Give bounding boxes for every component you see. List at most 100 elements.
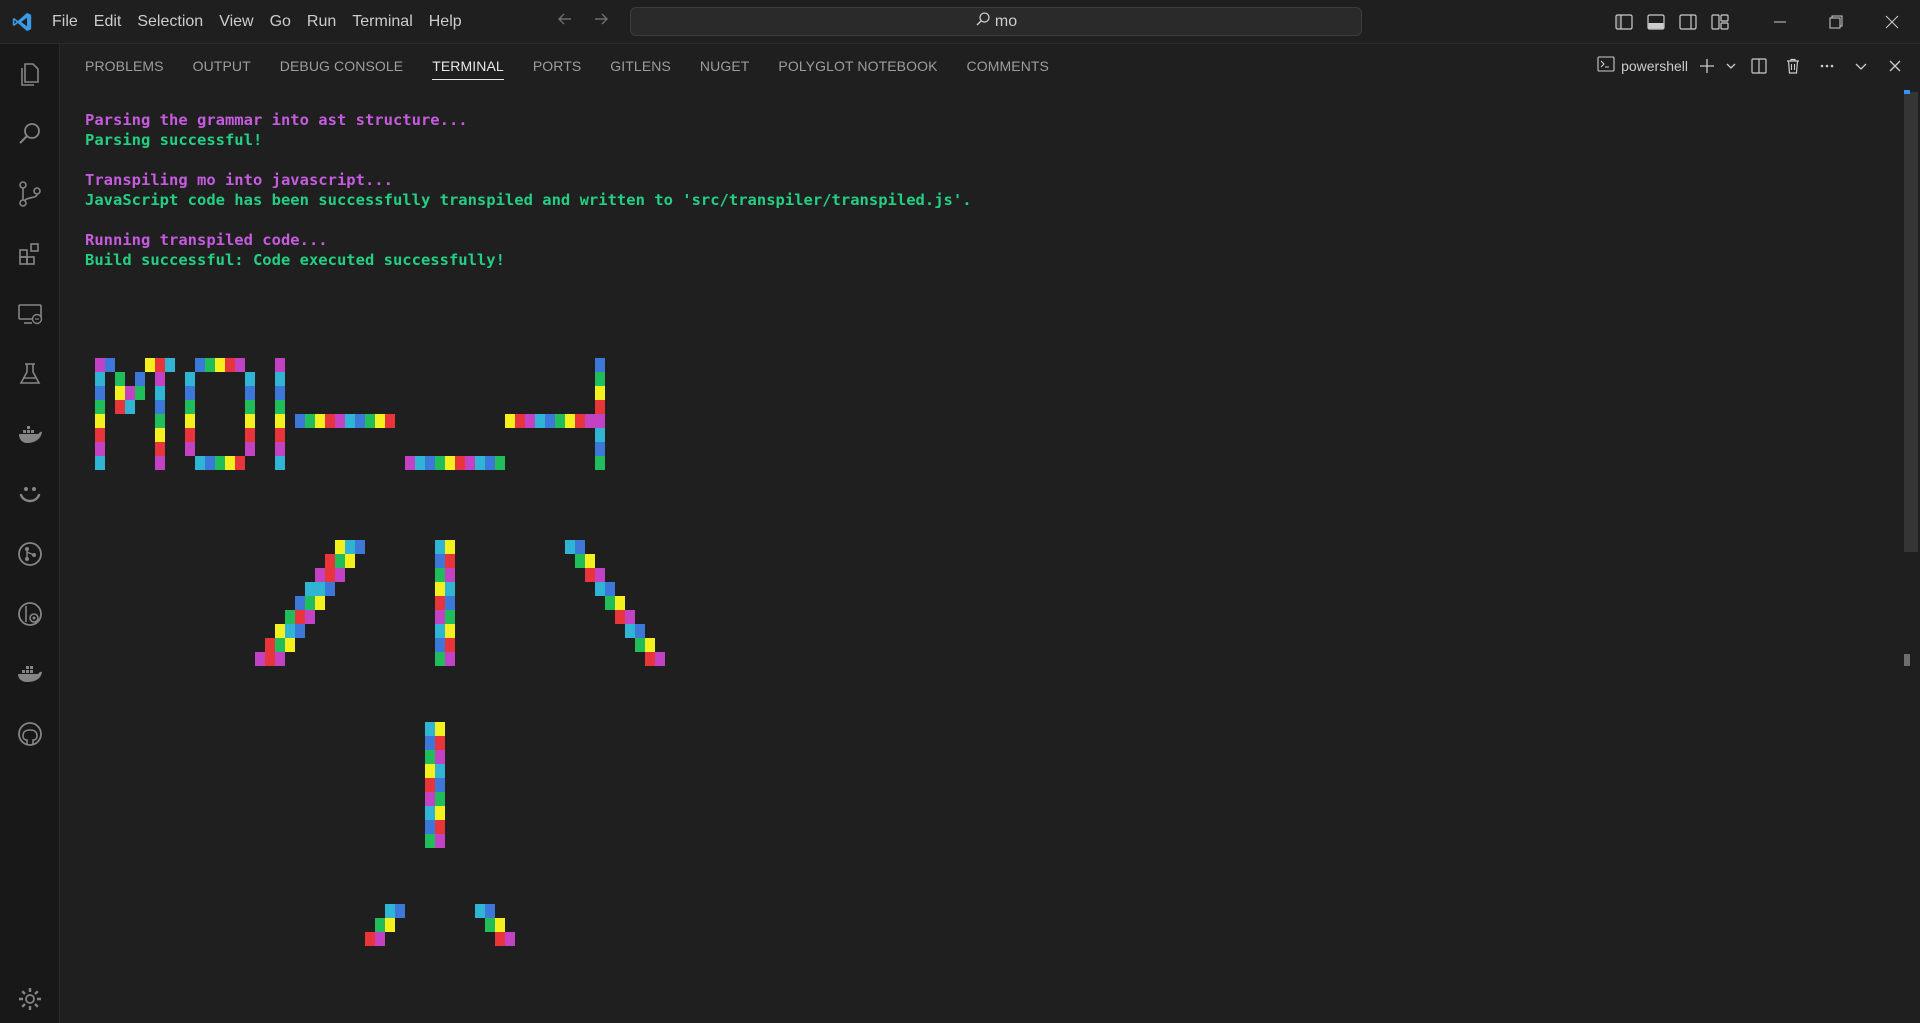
- search-icon[interactable]: [0, 110, 60, 158]
- art-block: [485, 904, 495, 918]
- art-block: [495, 456, 505, 470]
- art-block: [275, 428, 285, 442]
- art-block: [565, 414, 575, 428]
- back-arrow-icon[interactable]: [556, 10, 574, 34]
- art-block: [305, 582, 315, 596]
- art-block: [205, 456, 215, 470]
- tab-debug-console[interactable]: DEBUG CONSOLE: [280, 44, 403, 88]
- menu-view[interactable]: View: [211, 0, 261, 44]
- tab-comments[interactable]: COMMENTS: [967, 44, 1049, 88]
- maximize-panel-chevron-icon[interactable]: [1846, 51, 1876, 81]
- art-block: [285, 638, 295, 652]
- source-control-icon[interactable]: [0, 170, 60, 218]
- ascii-art-banner: [95, 358, 665, 946]
- menu-selection[interactable]: Selection: [129, 0, 211, 44]
- art-block: [295, 624, 305, 638]
- art-block: [145, 358, 155, 372]
- art-block: [315, 414, 325, 428]
- art-block: [265, 652, 275, 666]
- settings-gear-icon[interactable]: [0, 975, 60, 1023]
- art-block: [455, 456, 465, 470]
- menu-terminal[interactable]: Terminal: [344, 0, 420, 44]
- art-block: [345, 540, 355, 554]
- tab-polyglot-notebook[interactable]: POLYGLOT NOTEBOOK: [778, 44, 937, 88]
- explorer-icon[interactable]: [0, 50, 60, 98]
- art-block: [435, 792, 445, 806]
- art-block: [575, 414, 585, 428]
- art-block: [425, 834, 435, 848]
- minimize-window-icon[interactable]: [1752, 0, 1808, 44]
- art-block: [435, 652, 445, 666]
- art-block: [325, 554, 335, 568]
- art-block: [185, 428, 195, 442]
- customize-layout-icon[interactable]: [1704, 0, 1736, 44]
- more-actions-icon[interactable]: [1812, 51, 1842, 81]
- chevron-down-icon[interactable]: [1722, 51, 1740, 81]
- tab-gitlens[interactable]: GITLENS: [610, 44, 671, 88]
- menu-go[interactable]: Go: [262, 0, 299, 44]
- remote-explorer-icon[interactable]: [0, 290, 60, 338]
- art-block: [435, 736, 445, 750]
- menu-run[interactable]: Run: [299, 0, 344, 44]
- terminal-output[interactable]: Parsing the grammar into ast structure..…: [85, 110, 1865, 1023]
- docker-whale-icon[interactable]: [0, 410, 60, 458]
- restore-window-icon[interactable]: [1808, 0, 1864, 44]
- art-block: [505, 414, 515, 428]
- art-block: [625, 624, 635, 638]
- terminal-shell-selector[interactable]: powershell: [1597, 55, 1688, 77]
- new-terminal-icon[interactable]: [1696, 51, 1718, 81]
- art-block: [435, 820, 445, 834]
- art-block: [155, 386, 165, 400]
- tab-terminal[interactable]: TERMINAL: [432, 44, 504, 88]
- close-panel-icon[interactable]: [1880, 51, 1910, 81]
- smile-icon[interactable]: [0, 470, 60, 518]
- art-block: [435, 596, 445, 610]
- art-block: [615, 596, 625, 610]
- art-block: [435, 778, 445, 792]
- tab-output[interactable]: OUTPUT: [193, 44, 251, 88]
- art-block: [245, 428, 255, 442]
- art-block: [225, 358, 235, 372]
- tab-nuget[interactable]: NUGET: [700, 44, 750, 88]
- search-icon: [975, 11, 991, 32]
- docker-icon[interactable]: [0, 650, 60, 698]
- art-block: [425, 778, 435, 792]
- github-icon[interactable]: [0, 710, 60, 758]
- art-block: [605, 582, 615, 596]
- terminal-line: Parsing the grammar into ast structure..…: [85, 111, 468, 129]
- art-block: [615, 610, 625, 624]
- split-terminal-icon[interactable]: [1744, 51, 1774, 81]
- command-center-search[interactable]: mo: [630, 7, 1362, 36]
- toggle-panel-icon[interactable]: [1640, 0, 1672, 44]
- menu-file[interactable]: File: [44, 0, 86, 44]
- extensions-icon[interactable]: [0, 230, 60, 278]
- close-window-icon[interactable]: [1864, 0, 1920, 44]
- tab-problems[interactable]: PROBLEMS: [85, 44, 164, 88]
- kill-terminal-trash-icon[interactable]: [1778, 51, 1808, 81]
- git-graph-icon[interactable]: [0, 530, 60, 578]
- art-block: [295, 414, 305, 428]
- art-block: [425, 806, 435, 820]
- art-block: [585, 568, 595, 582]
- terminal-line: Build successful: Code executed successf…: [85, 251, 505, 269]
- art-block: [95, 456, 105, 470]
- art-block: [95, 372, 105, 386]
- art-block: [385, 918, 395, 932]
- toggle-secondary-sidebar-icon[interactable]: [1672, 0, 1704, 44]
- art-block: [425, 722, 435, 736]
- art-block: [95, 358, 105, 372]
- testing-icon[interactable]: [0, 350, 60, 398]
- menu-help[interactable]: Help: [421, 0, 470, 44]
- tab-ports[interactable]: PORTS: [533, 44, 581, 88]
- gitlens-icon[interactable]: [0, 590, 60, 638]
- art-block: [635, 624, 645, 638]
- terminal-scrollbar-thumb[interactable]: [1904, 92, 1918, 552]
- art-block: [595, 386, 605, 400]
- toggle-primary-sidebar-icon[interactable]: [1608, 0, 1640, 44]
- art-block: [565, 540, 575, 554]
- menu-edit[interactable]: Edit: [86, 0, 130, 44]
- forward-arrow-icon[interactable]: [592, 10, 610, 34]
- art-block: [595, 456, 605, 470]
